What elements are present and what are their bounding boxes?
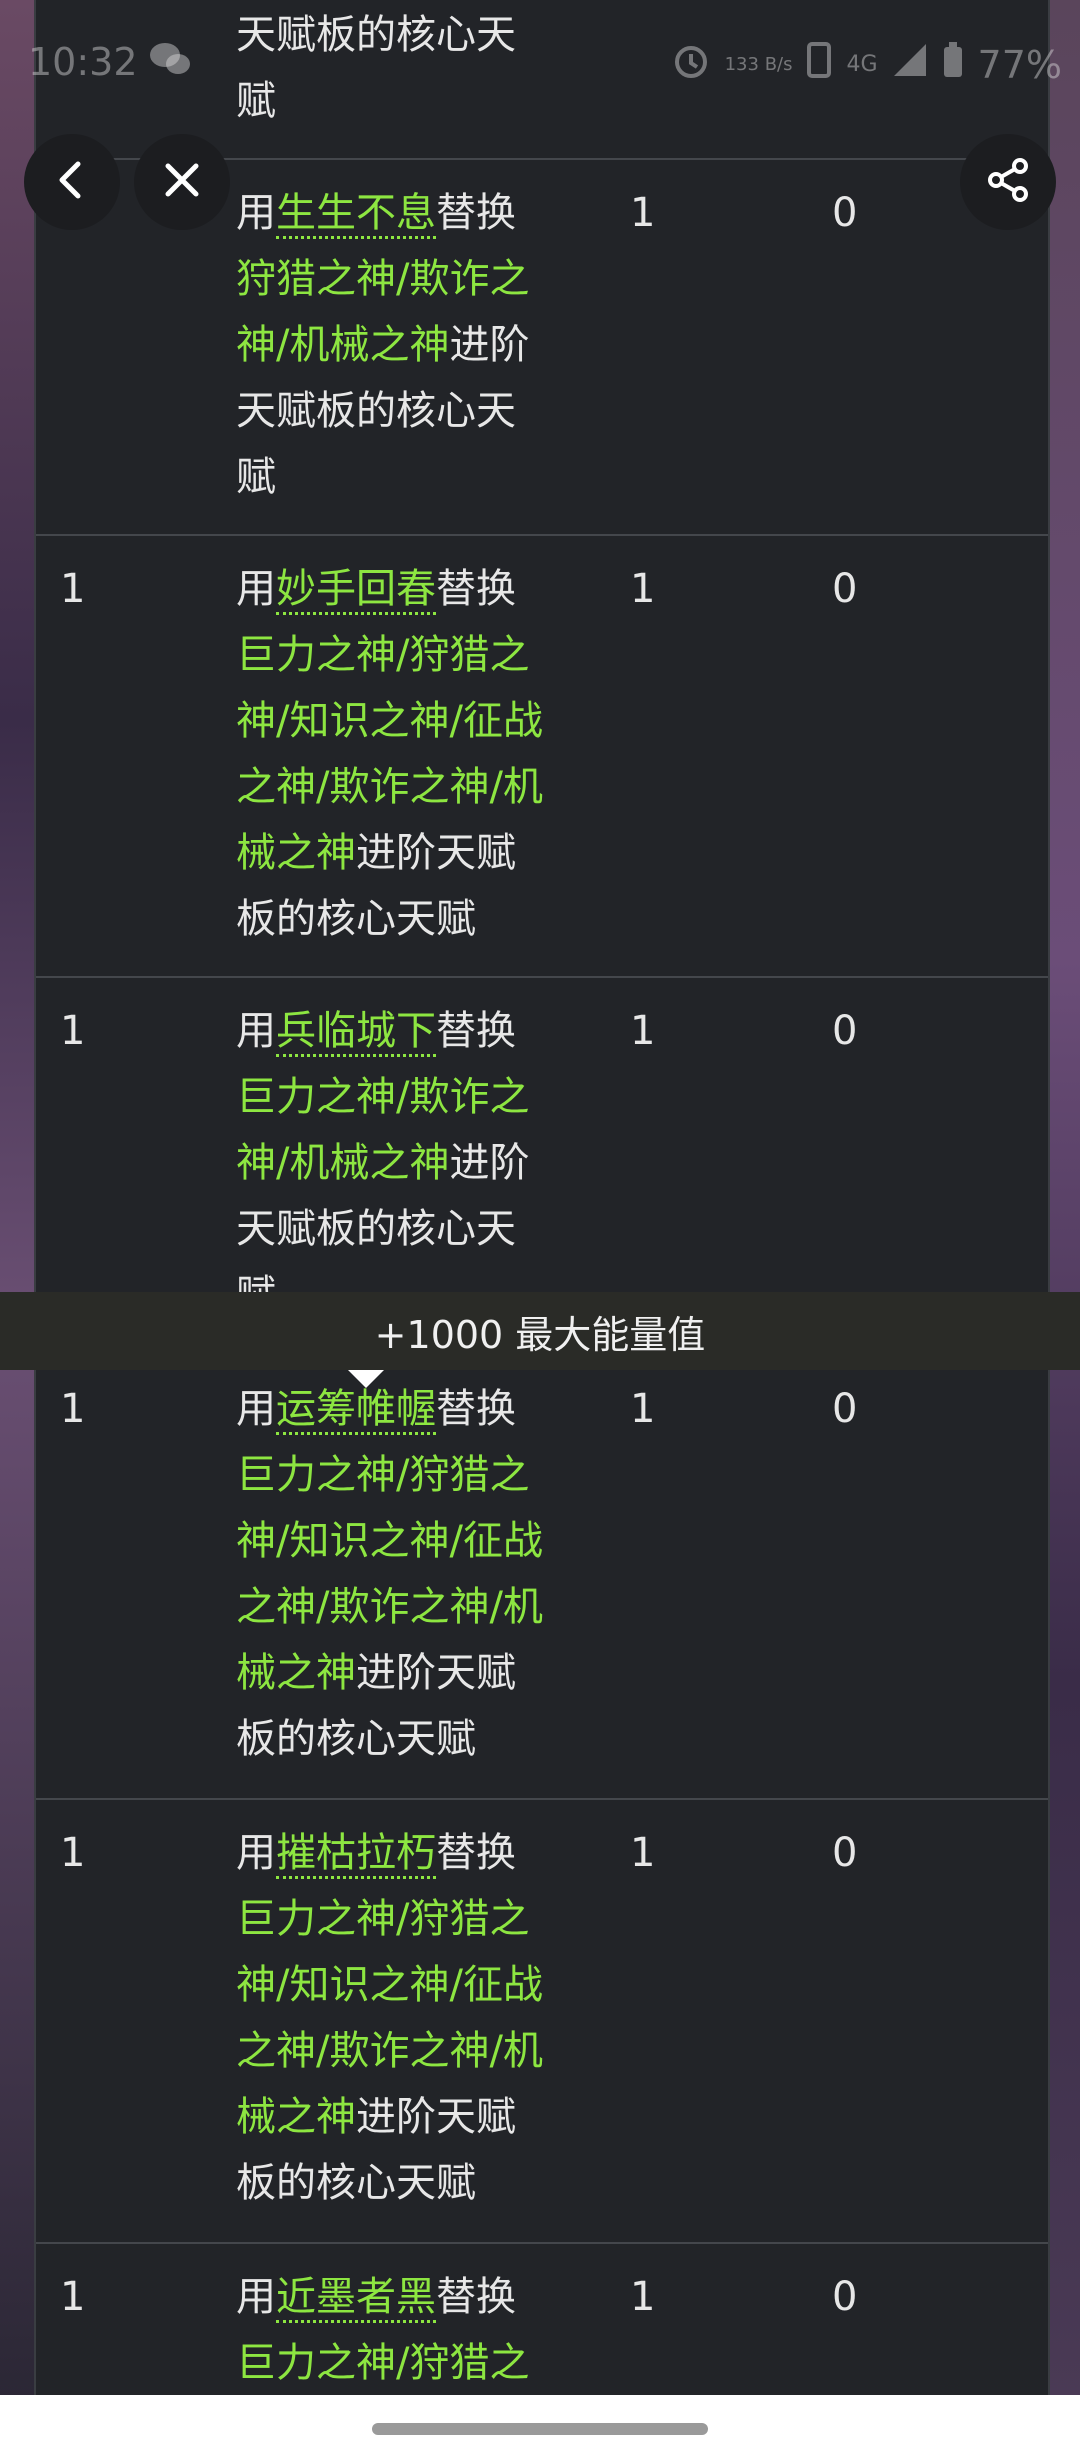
back-button[interactable] (24, 134, 120, 230)
target-gods-line: 械之神 (236, 1650, 356, 1696)
text-suffix: 进阶 (449, 322, 530, 368)
text-prefix: 用 (236, 2274, 276, 2320)
row-count: 1 (60, 2274, 86, 2320)
row-value-a: 1 (630, 566, 656, 612)
chevron-left-icon (48, 156, 96, 208)
share-button[interactable] (960, 134, 1056, 230)
talent-description: 用摧枯拉朽替换 巨力之神/狩猎之 神/知识之神/征战 之神/欺诈之神/机 械之神… (236, 1820, 616, 2216)
row-value-b: 0 (832, 566, 858, 612)
status-icons: 133 B/s 4G 77% (671, 40, 1062, 89)
talent-description: 用生生不息替换 狩猎之神/欺诈之 神/机械之神进阶 天赋板的核心天 赋 (236, 180, 616, 510)
talent-description: 用妙手回春替换 巨力之神/狩猎之 神/知识之神/征战 之神/欺诈之神/机 械之神… (236, 556, 616, 952)
target-gods-line: 巨力之神/欺诈之 (236, 1074, 530, 1120)
target-gods-line: 械之神 (236, 830, 356, 876)
battery-percent: 77% (977, 42, 1062, 87)
row-count: 1 (60, 566, 86, 612)
share-icon (984, 156, 1032, 208)
close-icon (158, 156, 206, 208)
text-suffix: 进阶天赋 (356, 2094, 516, 2140)
row-value-b: 0 (832, 1386, 858, 1432)
talent-description: 用运筹帷幄替换 巨力之神/狩猎之 神/知识之神/征战 之神/欺诈之神/机 械之神… (236, 1376, 616, 1772)
tooltip-arrow (348, 1370, 384, 1388)
target-gods-line: 神/知识之神/征战 (236, 698, 543, 744)
row-value-b: 0 (832, 2274, 858, 2320)
target-gods-line: 神/知识之神/征战 (236, 1518, 543, 1564)
network-type: 4G (846, 52, 878, 77)
home-indicator[interactable] (372, 2423, 708, 2435)
text-replace: 替换 (436, 2274, 516, 2320)
text-prefix: 用 (236, 1008, 276, 1054)
target-gods-line: 巨力之神/狩猎之 (236, 1896, 530, 1942)
skill-link[interactable]: 妙手回春 (276, 566, 436, 615)
network-speed: 133 B/s (724, 53, 793, 75)
close-button[interactable] (134, 134, 230, 230)
background-left (0, 0, 36, 2400)
target-gods-line: 之神/欺诈之神/机 (236, 1584, 543, 1630)
row-value-b: 0 (832, 190, 858, 236)
text-prefix: 用 (236, 190, 276, 236)
skill-link[interactable]: 兵临城下 (276, 1008, 436, 1057)
row-count: 1 (60, 1008, 86, 1054)
skill-link[interactable]: 近墨者黑 (276, 2274, 436, 2323)
talent-description: 用兵临城下替换 巨力之神/欺诈之 神/机械之神进阶 天赋板的核心天 赋 (236, 998, 616, 1328)
table-row: 1 用妙手回春替换 巨力之神/狩猎之 神/知识之神/征战 之神/欺诈之神/机 械… (36, 534, 1048, 978)
row-value-a: 1 (630, 1386, 656, 1432)
row-value-b: 0 (832, 1008, 858, 1054)
table-row: 1 用摧枯拉朽替换 巨力之神/狩猎之 神/知识之神/征战 之神/欺诈之神/机 械… (36, 1798, 1048, 2244)
data-table: 天赋板的核心天 赋 1 用生生不息替换 狩猎之神/欺诈之 神/机械之神进阶 天赋… (34, 0, 1050, 2395)
target-gods-line: 之神/欺诈之神/机 (236, 764, 543, 810)
row-count: 1 (60, 1830, 86, 1876)
text-replace: 替换 (436, 1830, 516, 1876)
table-row: 1 用运筹帷幄替换 巨力之神/狩猎之 神/知识之神/征战 之神/欺诈之神/机 械… (36, 1354, 1048, 1800)
alarm-icon (671, 40, 711, 89)
battery-icon (942, 41, 964, 88)
description-line: 板的核心天赋 (236, 1716, 476, 1762)
description-line: 板的核心天赋 (236, 2160, 476, 2206)
row-value-a: 1 (630, 1008, 656, 1054)
row-count: 1 (60, 1386, 86, 1432)
target-gods-line: 狩猎之神/欺诈之 (236, 256, 530, 302)
target-gods-line: 神/机械之神 (236, 322, 450, 368)
text-prefix: 用 (236, 566, 276, 612)
status-bar: 10:32 133 B/s 4G 77% (0, 0, 1080, 130)
text-suffix: 进阶天赋 (356, 830, 516, 876)
target-gods-line: 巨力之神/狩猎之 (236, 1452, 530, 1498)
tooltip-text: +1000 最大能量值 (374, 1312, 706, 1357)
text-prefix: 用 (236, 1386, 276, 1432)
text-replace: 替换 (436, 190, 516, 236)
description-line: 天赋板的核心天 (236, 1206, 516, 1252)
row-value-a: 1 (630, 2274, 656, 2320)
row-value-a: 1 (630, 1830, 656, 1876)
row-value-b: 0 (832, 1830, 858, 1876)
description-line: 板的核心天赋 (236, 896, 476, 942)
text-prefix: 用 (236, 1830, 276, 1876)
skill-tooltip: +1000 最大能量值 (0, 1292, 1080, 1370)
signal-icon (892, 42, 928, 87)
row-value-a: 1 (630, 190, 656, 236)
target-gods-line: 神/知识之神/征战 (236, 1962, 543, 2008)
text-replace: 替换 (436, 1008, 516, 1054)
target-gods-line: 巨力之神/狩猎之 (236, 2340, 530, 2386)
text-suffix: 进阶天赋 (356, 1650, 516, 1696)
text-replace: 替换 (436, 1386, 516, 1432)
sim-icon (806, 41, 832, 88)
skill-link[interactable]: 运筹帷幄 (276, 1386, 436, 1435)
skill-link[interactable]: 摧枯拉朽 (276, 1830, 436, 1879)
target-gods-line: 之神/欺诈之神/机 (236, 2028, 543, 2074)
target-gods-line: 神/机械之神 (236, 1140, 450, 1186)
wechat-icon (148, 40, 192, 87)
skill-link[interactable]: 生生不息 (276, 190, 436, 239)
status-time: 10:32 (28, 40, 138, 84)
description-line: 天赋板的核心天 (236, 388, 516, 434)
target-gods-line: 巨力之神/狩猎之 (236, 632, 530, 678)
target-gods-line: 械之神 (236, 2094, 356, 2140)
table-row: 1 用近墨者黑替换 巨力之神/狩猎之 1 0 (36, 2242, 1048, 2395)
text-replace: 替换 (436, 566, 516, 612)
text-suffix: 进阶 (449, 1140, 530, 1186)
talent-description: 用近墨者黑替换 巨力之神/狩猎之 (236, 2264, 616, 2395)
description-line: 赋 (236, 454, 276, 500)
